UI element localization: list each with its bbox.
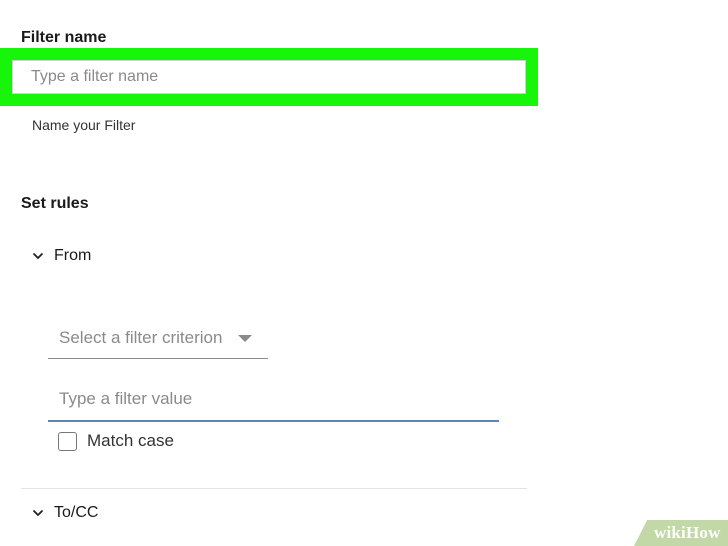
from-group-label: From xyxy=(54,247,92,264)
match-case-checkbox[interactable] xyxy=(58,431,77,451)
match-case-option[interactable]: Match case xyxy=(58,431,174,451)
chevron-down-icon xyxy=(32,509,44,517)
chevron-down-icon xyxy=(32,252,44,260)
filter-value-input[interactable] xyxy=(48,378,499,422)
caret-down-icon xyxy=(238,334,253,342)
wikihow-watermark: wikiHow xyxy=(654,523,721,542)
filter-criterion-placeholder: Select a filter criterion xyxy=(59,328,223,347)
filter-name-title: Filter name xyxy=(21,29,107,46)
filter-name-helper: Name your Filter xyxy=(32,117,136,133)
set-rules-title: Set rules xyxy=(21,195,89,212)
section-divider xyxy=(21,488,527,489)
filter-name-input[interactable] xyxy=(12,60,526,94)
from-group-toggle[interactable]: From xyxy=(32,247,91,265)
tocc-group-toggle[interactable]: To/CC xyxy=(32,504,98,522)
filter-criterion-select[interactable]: Select a filter criterion xyxy=(48,318,268,359)
tocc-group-label: To/CC xyxy=(54,504,99,521)
match-case-label: Match case xyxy=(87,431,174,450)
